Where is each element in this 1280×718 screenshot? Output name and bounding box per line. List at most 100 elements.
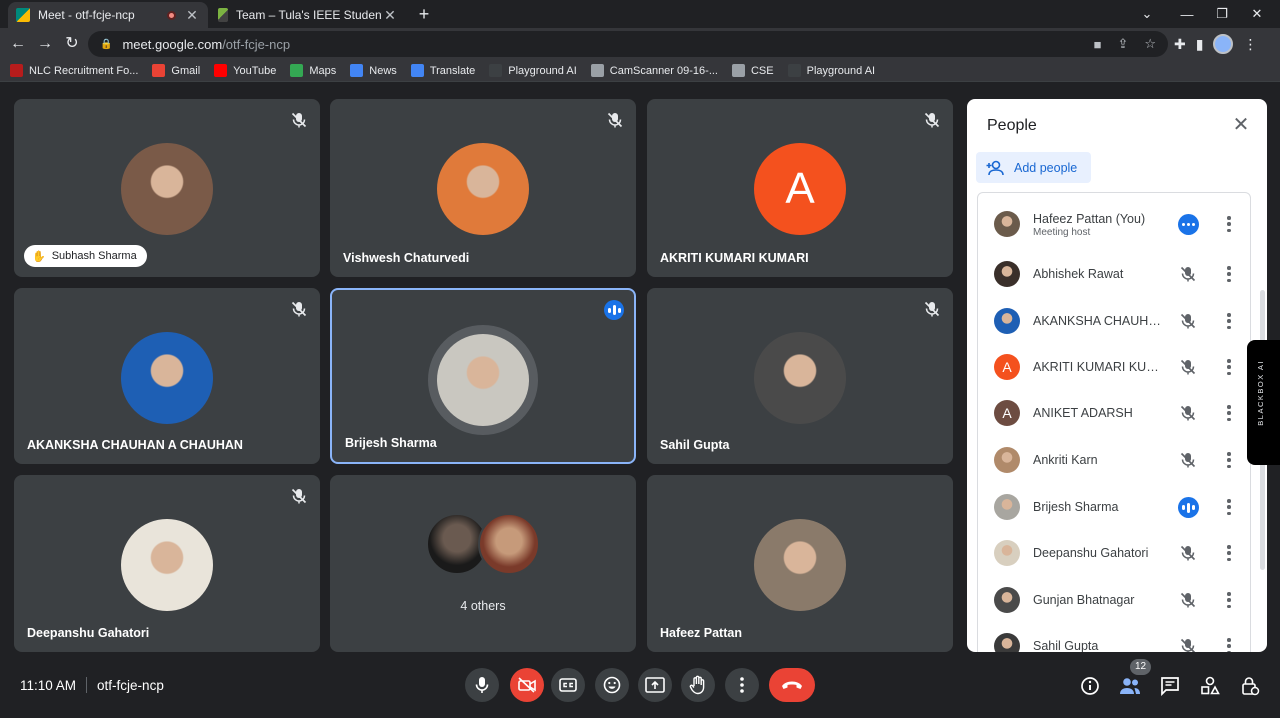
mic-off-icon[interactable] [1179,265,1197,283]
mic-off-icon[interactable] [1179,312,1197,330]
participant-tile[interactable]: ✋ Subhash Sharma [14,99,320,277]
bookmark-favicon-icon [214,64,228,77]
participant-row[interactable]: Hafeez Pattan (You) Meeting host [978,202,1250,248]
participant-tile[interactable]: Vishwesh Chaturvedi [330,99,636,277]
forward-icon[interactable]: → [35,34,55,54]
participant-role: Meeting host [1033,227,1091,238]
participant-row[interactable]: Ankriti Karn [978,438,1250,484]
bookmark-item[interactable]: CamScanner 09-16-... [590,64,718,77]
participant-options-icon[interactable] [1222,214,1236,234]
bookmark-favicon-icon [590,64,604,77]
meet-app: Meet - otf-fcje-ncp ✕ Team – Tula's IEEE… [0,0,1280,718]
tab-teams[interactable]: Team – Tula's IEEE Student Branch ✕ [210,2,406,28]
more-actions-icon[interactable] [1178,214,1199,235]
participant-avatar: A [994,400,1020,426]
captions-button[interactable] [551,668,585,702]
mic-off-icon[interactable] [1179,451,1197,469]
microphone-button[interactable] [465,668,499,702]
close-tab-icon[interactable]: ✕ [382,7,398,24]
camera-off-button[interactable] [510,668,544,702]
bookmark-item[interactable]: NLC Recruitment Fo... [10,64,138,77]
participant-tile[interactable]: Deepanshu Gahatori [14,475,320,652]
participant-name: Ankriti Karn [1033,453,1098,467]
bookmark-star-icon[interactable]: ☆ [1144,36,1156,52]
participant-row[interactable]: Brijesh Sharma [978,485,1250,531]
back-icon[interactable]: ← [8,34,28,54]
bookmark-item[interactable]: YouTube [214,64,276,77]
bookmark-item[interactable]: Playground AI [489,64,577,77]
participant-row[interactable]: Sahil Gupta [978,624,1250,652]
participant-options-icon[interactable] [1222,590,1236,610]
people-panel: People ✕ Add people Hafeez Pattan (You) M… [967,99,1267,652]
profile-avatar[interactable] [1213,34,1234,54]
new-tab-button[interactable]: + [414,4,434,24]
participant-tile[interactable]: Hafeez Pattan [647,475,953,652]
participant-options-icon[interactable] [1222,357,1236,377]
participant-avatar [994,587,1020,613]
participant-name: Hafeez Pattan [660,626,742,640]
url-input[interactable]: 🔒 meet.google.com/otf-fcje-ncp ■ ⇪ ☆ [88,31,1168,57]
participant-name-pill: ✋ Subhash Sharma [24,245,147,267]
address-bar: ← → ↻ 🔒 meet.google.com/otf-fcje-ncp ■ ⇪… [0,28,1280,60]
participant-options-icon[interactable] [1222,543,1236,563]
mic-off-icon [923,300,941,318]
mic-off-icon[interactable] [1179,404,1197,422]
reload-icon[interactable]: ↻ [62,34,82,54]
host-controls-icon[interactable] [1239,675,1261,697]
bookmark-item[interactable]: CSE [731,64,774,77]
mic-off-icon[interactable] [1179,544,1197,562]
current-time: 11:10 AM [20,677,77,693]
present-screen-button[interactable] [638,668,672,702]
bookmark-item[interactable]: Maps [290,64,336,77]
participant-avatar [121,332,213,424]
participant-row[interactable]: AKANKSHA CHAUHAN A CHAUHAN [978,299,1250,345]
bookmark-item[interactable]: Translate [410,64,475,77]
extensions-puzzle-icon[interactable]: ✚ [1174,36,1186,53]
mic-off-icon[interactable] [1179,637,1197,652]
camera-in-use-icon[interactable]: ■ [1094,37,1102,52]
participant-tile[interactable]: 4 others [330,475,636,652]
bookmark-favicon-icon [152,64,166,77]
bookmark-item[interactable]: Gmail [152,64,200,77]
participant-row[interactable]: Abhishek Rawat [978,252,1250,298]
close-panel-icon[interactable]: ✕ [1229,113,1253,137]
emoji-reactions-button[interactable] [595,668,629,702]
side-panel-icon[interactable]: ▮ [1196,36,1204,53]
participant-options-icon[interactable] [1222,497,1236,517]
close-window-icon[interactable]: ✕ [1234,0,1280,28]
participant-row[interactable]: Gunjan Bhatnagar [978,578,1250,624]
participant-list: Hafeez Pattan (You) Meeting host Abhishek … [977,192,1251,652]
bookmark-item[interactable]: Playground AI [787,64,875,77]
raise-hand-button[interactable] [681,668,715,702]
participant-tile[interactable]: AKANKSHA CHAUHAN A CHAUHAN [14,288,320,464]
mic-off-icon[interactable] [1179,591,1197,609]
blackbox-ai-tab[interactable]: BLACKBOX AI [1247,340,1280,465]
bookmark-item[interactable]: News [350,64,397,77]
add-people-button[interactable]: Add people [976,152,1091,183]
participant-avatar [994,211,1020,237]
meeting-info-icon[interactable] [1079,675,1101,697]
participant-tile[interactable]: A AKRITI KUMARI KUMARI [647,99,953,277]
participant-row[interactable]: A ANIKET ADARSH [978,391,1250,437]
browser-menu-icon[interactable]: ⋮ [1243,36,1257,53]
more-options-button[interactable] [725,668,759,702]
people-icon[interactable] [1119,675,1141,697]
participant-options-icon[interactable] [1222,403,1236,423]
participant-options-icon[interactable] [1222,450,1236,470]
participant-options-icon[interactable] [1222,636,1236,652]
participant-options-icon[interactable] [1222,264,1236,284]
tab-meet[interactable]: Meet - otf-fcje-ncp ✕ [8,2,208,28]
chat-icon[interactable] [1159,675,1181,697]
participant-row[interactable]: Deepanshu Gahatori [978,531,1250,577]
participant-tile[interactable]: Sahil Gupta [647,288,953,464]
leave-call-button[interactable] [769,668,815,702]
participant-row[interactable]: A AKRITI KUMARI KUMARI [978,345,1250,391]
participant-options-icon[interactable] [1222,311,1236,331]
participant-tile[interactable]: Brijesh Sharma [330,288,636,464]
bookmark-favicon-icon [731,64,745,77]
mic-off-icon[interactable] [1179,358,1197,376]
activities-icon[interactable] [1199,675,1221,697]
hang-up-icon [782,681,802,689]
share-icon[interactable]: ⇪ [1117,36,1128,52]
close-tab-icon[interactable]: ✕ [184,7,200,24]
